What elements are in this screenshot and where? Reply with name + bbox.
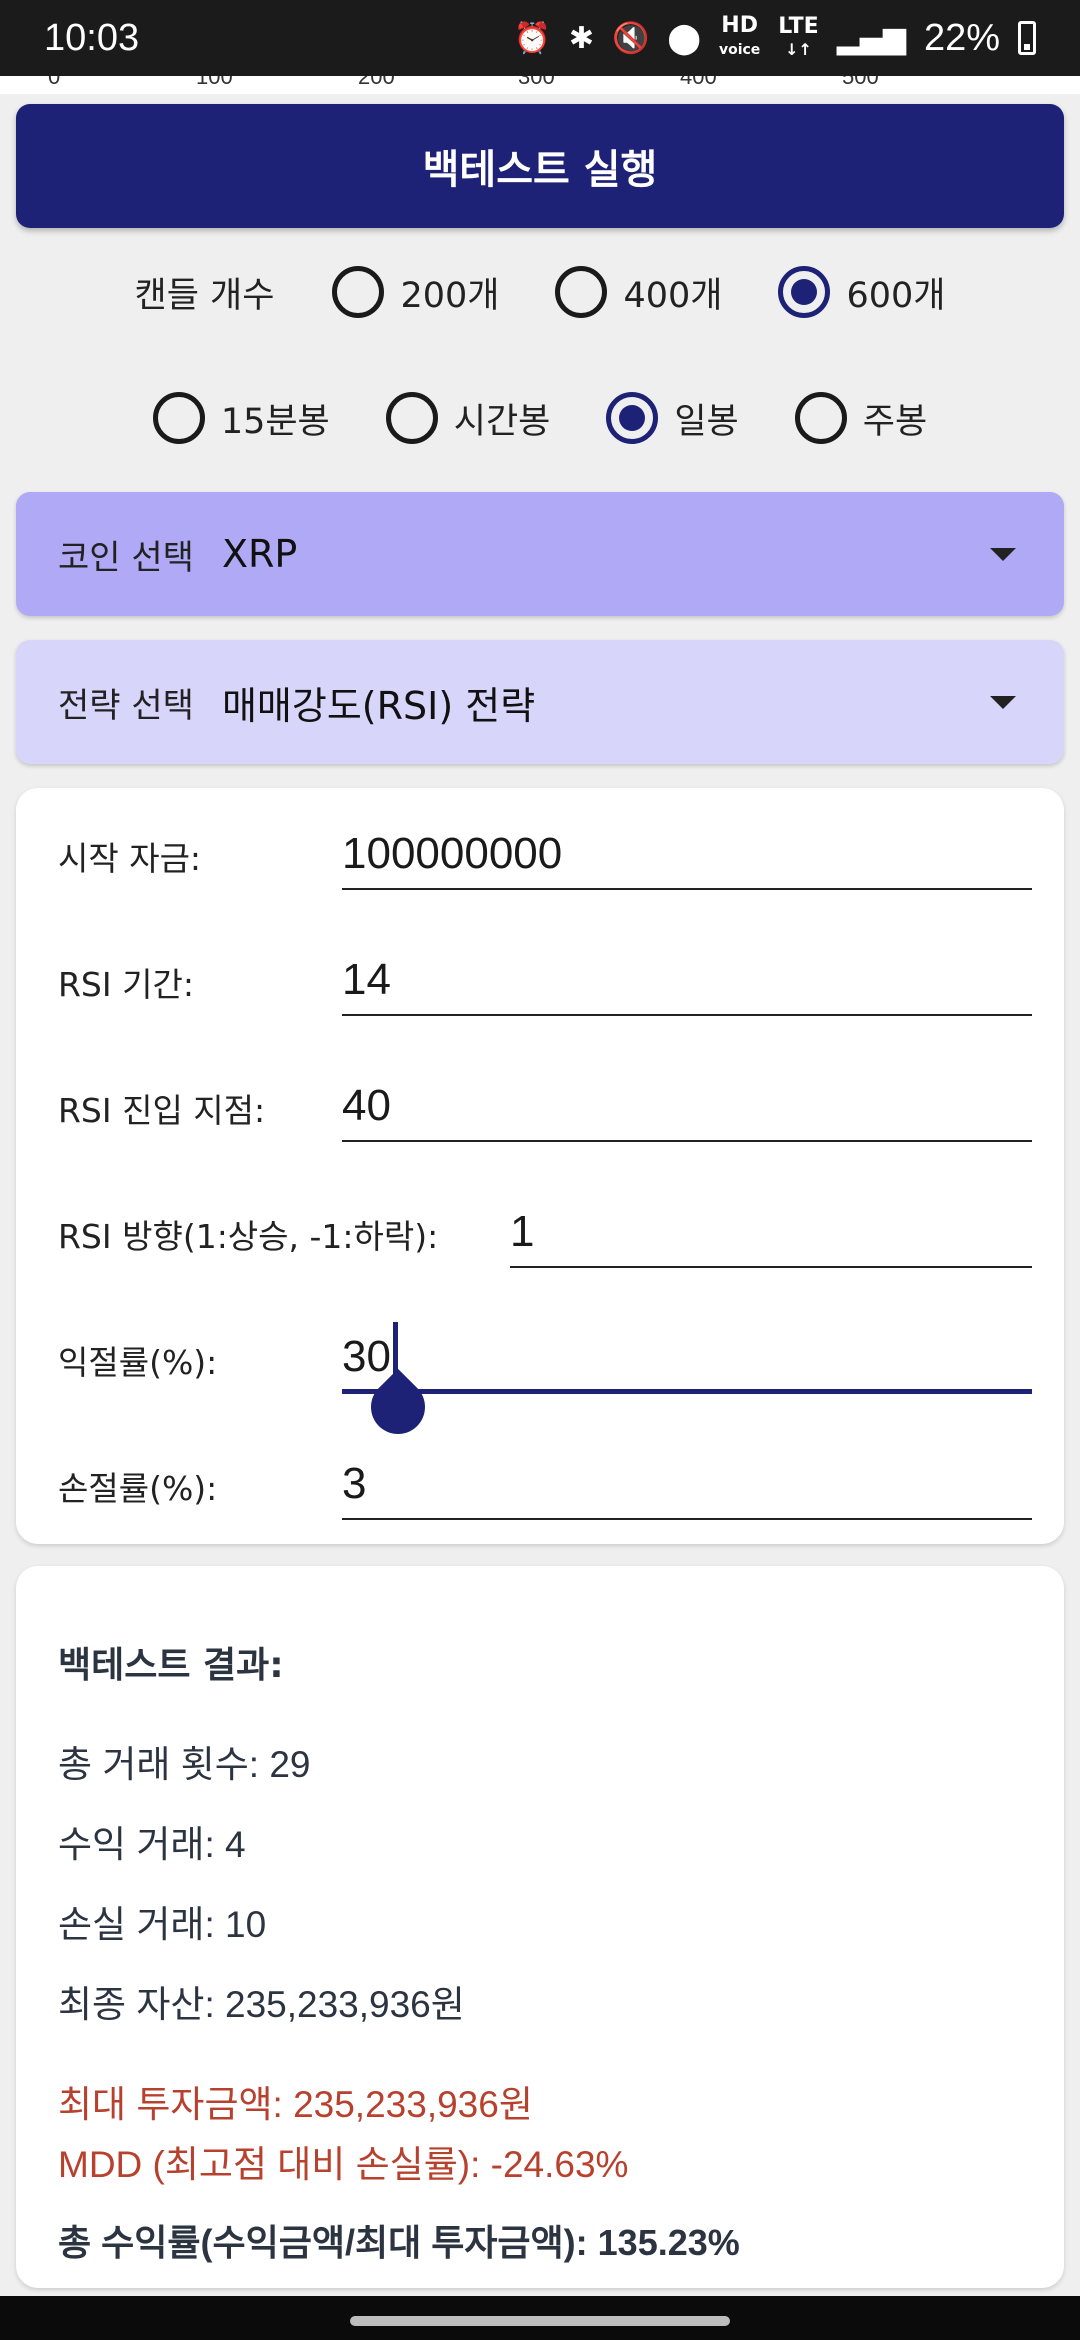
candle-option-600[interactable]: 600개 [778, 266, 945, 318]
signal-icon: ▂▄▆ [836, 20, 906, 56]
radio-checked-icon [778, 266, 831, 318]
max-investment: 최대 투자금액: 235,233,936원 [58, 2084, 533, 2125]
interval-option-hour[interactable]: 시간봉 [385, 392, 550, 444]
rsi-period-input[interactable] [342, 926, 1032, 1016]
strategy-select-label: 전략 선택 [58, 685, 194, 726]
results-card: 백테스트 결과: 총 거래 횟수: 29 수익 거래: 4 손실 거래: 10 … [16, 1566, 1064, 2288]
location-icon: ⬤ [667, 20, 701, 56]
radio-icon [385, 392, 438, 444]
param-rsi-period: RSI 기간: [16, 914, 1064, 1040]
chart-axis-remnant: 0 100 200 300 400 500 [0, 76, 1080, 94]
candle-option-400[interactable]: 400개 [555, 266, 722, 318]
start-capital-label: 시작 자금: [58, 839, 202, 878]
coin-select-value: XRP [221, 532, 298, 576]
results-title: 백테스트 결과: [58, 1645, 284, 1686]
interval-option-week[interactable]: 주봉 [794, 392, 927, 444]
interval-option-15m[interactable]: 15분봉 [152, 392, 330, 444]
param-start-capital: 시작 자금: [16, 788, 1064, 914]
rsi-entry-input[interactable] [342, 1052, 1032, 1142]
chart-tick: 200 [358, 76, 395, 89]
candle-count-label: 캔들 개수 [134, 275, 275, 316]
rsi-entry-label: RSI 진입 지점: [58, 1091, 266, 1130]
interval-option-day[interactable]: 일봉 [606, 392, 739, 444]
stop-loss-input[interactable] [342, 1430, 1032, 1520]
coin-select-label: 코인 선택 [58, 537, 194, 578]
run-backtest-button[interactable]: 백테스트 실행 [16, 104, 1064, 228]
bluetooth-icon: ✱ [568, 20, 595, 56]
total-return: 총 수익률(수익금액/최대 투자금액): 135.23% [58, 2222, 740, 2263]
param-stop-loss: 손절률(%): [16, 1418, 1064, 1544]
hd-voice-icon: HD voice [718, 13, 761, 59]
chart-tick: 500 [842, 76, 879, 89]
take-profit-label: 익절률(%): [58, 1343, 218, 1382]
radio-icon [332, 266, 385, 318]
param-rsi-entry: RSI 진입 지점: [16, 1040, 1064, 1166]
radio-icon [152, 392, 205, 444]
candle-count-group: 캔들 개수 200개 400개 600개 [0, 254, 1080, 330]
strategy-select-dropdown[interactable]: 전략 선택 매매강도(RSI) 전략 [16, 640, 1064, 764]
start-capital-input[interactable] [342, 800, 1032, 890]
rsi-period-label: RSI 기간: [58, 965, 194, 1004]
chart-tick: 400 [680, 76, 717, 89]
battery-percent: 22% [923, 16, 1000, 59]
stop-loss-label: 손절률(%): [58, 1469, 218, 1508]
rsi-direction-input[interactable] [510, 1178, 1032, 1268]
chevron-down-icon [990, 547, 1016, 561]
interval-group: 15분봉 시간봉 일봉 주봉 [0, 380, 1080, 456]
chart-tick: 100 [196, 76, 233, 89]
status-bar: 10:03 ⏰ ✱ 🔇 ⬤ HD voice LTE ↓↑ ▂▄▆ 22% [0, 0, 1080, 76]
chart-tick: 300 [518, 76, 555, 89]
radio-icon [555, 266, 608, 318]
param-take-profit: 익절률(%): [16, 1292, 1064, 1446]
mdd: MDD (최고점 대비 손실률): -24.63% [58, 2144, 629, 2185]
take-profit-input[interactable] [342, 1304, 1032, 1394]
candle-option-200[interactable]: 200개 [332, 266, 499, 318]
navigation-bar [0, 2296, 1080, 2340]
lte-icon: LTE ↓↑ [778, 13, 819, 59]
chart-tick: 0 [48, 76, 61, 89]
status-time: 10:03 [44, 16, 140, 59]
mute-icon: 🔇 [612, 20, 650, 56]
coin-select-dropdown[interactable]: 코인 선택 XRP [16, 492, 1064, 616]
battery-icon [1018, 21, 1036, 55]
param-rsi-direction: RSI 방향(1:상승, -1:하락): [16, 1166, 1064, 1292]
profit-trades: 수익 거래: 4 [58, 1824, 246, 1865]
chevron-down-icon [990, 695, 1016, 709]
home-gesture-handle[interactable] [350, 2316, 730, 2326]
alarm-icon: ⏰ [513, 20, 551, 56]
radio-icon [794, 392, 847, 444]
final-assets: 최종 자산: 235,233,936원 [58, 1984, 465, 2025]
status-icons: ⏰ ✱ 🔇 ⬤ HD voice LTE ↓↑ ▂▄▆ 22% [514, 15, 1036, 61]
total-trades: 총 거래 횟수: 29 [58, 1744, 311, 1785]
loss-trades: 손실 거래: 10 [58, 1904, 267, 1945]
radio-checked-icon [606, 392, 659, 444]
params-card: 시작 자금: RSI 기간: RSI 진입 지점: RSI 방향(1:상승, -… [16, 788, 1064, 1544]
rsi-direction-label: RSI 방향(1:상승, -1:하락): [58, 1217, 439, 1256]
strategy-select-value: 매매강도(RSI) 전략 [221, 683, 536, 728]
